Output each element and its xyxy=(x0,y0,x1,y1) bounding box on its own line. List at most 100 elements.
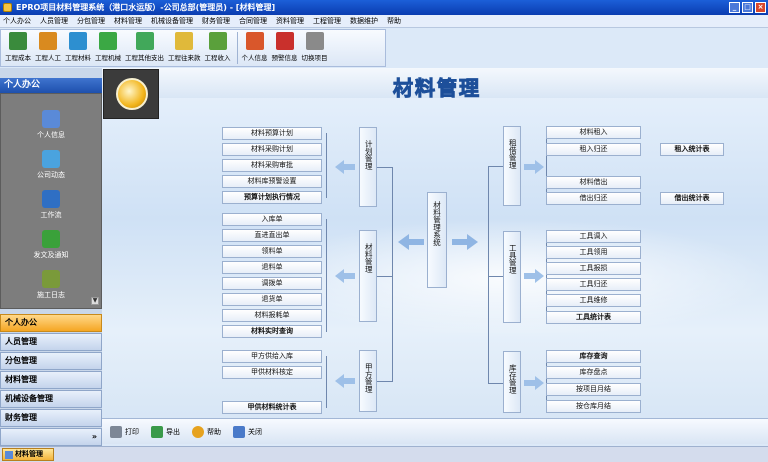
menu-staff[interactable]: 人员管理 xyxy=(40,16,68,26)
menu-material[interactable]: 材料管理 xyxy=(114,16,142,26)
close-icon xyxy=(233,425,245,438)
export-button[interactable]: 导出 xyxy=(151,425,180,438)
menu-data[interactable]: 数据维护 xyxy=(350,16,378,26)
title-bar: EPRO项目材料管理系统（港口水运版）-公司总部(管理员) - [材料管理] _… xyxy=(0,0,768,15)
lend-out-button[interactable]: 材料借出 xyxy=(546,176,641,189)
menu-project[interactable]: 工程管理 xyxy=(313,16,341,26)
home-icon xyxy=(305,32,324,50)
toolbar-accounts-button[interactable]: 工程往来款 xyxy=(168,32,201,62)
plan-budget-button[interactable]: 材料预算计划 xyxy=(222,127,322,140)
toolbar-personal-info-button[interactable]: 个人信息 xyxy=(242,32,268,62)
material-inbound-button[interactable]: 入库单 xyxy=(222,213,322,226)
panel-item-notice[interactable]: 发文及通知 xyxy=(1,230,101,260)
lease-in-button[interactable]: 材料租入 xyxy=(546,126,641,139)
stock-link xyxy=(488,383,503,384)
minimize-button[interactable]: _ xyxy=(729,2,740,13)
tool-stats-button[interactable]: 工具统计表 xyxy=(546,311,641,324)
tools-link xyxy=(488,276,503,277)
toolbar-labor-button[interactable]: 工程人工 xyxy=(35,32,61,62)
tool-damage-button[interactable]: 工具报损 xyxy=(546,262,641,275)
lease-in-return-button[interactable]: 租入归还 xyxy=(546,143,641,156)
tool-return-button[interactable]: 工具归还 xyxy=(546,278,641,291)
toolbar-separator xyxy=(236,32,238,64)
nav-more-button[interactable]: » xyxy=(0,428,102,446)
close-window-button[interactable]: × xyxy=(755,2,766,13)
status-bar: 材料管理 xyxy=(0,446,768,462)
material-requisition-button[interactable]: 领料单 xyxy=(222,245,322,258)
nav-material[interactable]: 材料管理 xyxy=(0,371,102,389)
party-a-link xyxy=(377,381,392,382)
close-button[interactable]: 关闭 xyxy=(233,425,262,438)
material-icon xyxy=(69,32,87,50)
toolbar-switch-project-button[interactable]: 切换项目 xyxy=(302,32,328,62)
menu-documents[interactable]: 资料管理 xyxy=(276,16,304,26)
toolbar-material-button[interactable]: 工程材料 xyxy=(65,32,91,62)
material-transfer-button[interactable]: 调拨单 xyxy=(222,277,322,290)
toolbar-alert-button[interactable]: 预警信息 xyxy=(272,32,298,62)
plan-execution-button[interactable]: 预算计划执行情况 xyxy=(222,191,322,204)
plan-purchase-button[interactable]: 材料采购计划 xyxy=(222,143,322,156)
panel-item-workflow[interactable]: 工作流 xyxy=(1,190,101,220)
logo-disc-icon xyxy=(116,78,148,110)
labor-icon xyxy=(39,32,57,50)
tool-repair-button[interactable]: 工具维修 xyxy=(546,294,641,307)
nav-staff[interactable]: 人员管理 xyxy=(0,333,102,351)
menu-finance[interactable]: 财务管理 xyxy=(202,16,230,26)
lease-in-stats-button[interactable]: 租入统计表 xyxy=(660,143,724,156)
panel-item-company-news[interactable]: 公司动态 xyxy=(1,150,101,180)
stock-count-button[interactable]: 库存盘点 xyxy=(546,366,641,379)
menu-contract[interactable]: 合同管理 xyxy=(239,16,267,26)
window-title: EPRO项目材料管理系统（港口水运版）-公司总部(管理员) - [材料管理] xyxy=(16,3,276,12)
party-a-stats-button[interactable]: 甲供材料统计表 xyxy=(222,401,322,414)
stock-project-month-button[interactable]: 按项目月结 xyxy=(546,383,641,396)
toolbar-cost-button[interactable]: 工程成本 xyxy=(5,32,31,62)
menu-machinery[interactable]: 机械设备管理 xyxy=(151,16,193,26)
panel-item-personal-info[interactable]: 个人信息 xyxy=(1,110,101,140)
material-refund-button[interactable]: 退货单 xyxy=(222,293,322,306)
material-query-button[interactable]: 材料实时查询 xyxy=(222,325,322,338)
tools-management-label: 工具管理 xyxy=(503,231,521,323)
main-content: 材料管理 材料预算计划 材料采购计划 材料采购审批 材料库预警设置 预算计划执行… xyxy=(102,68,768,444)
print-icon xyxy=(110,425,122,438)
accounts-icon xyxy=(175,32,194,50)
material-consumption-button[interactable]: 材料报耗单 xyxy=(222,309,322,322)
material-link xyxy=(377,276,392,277)
lend-out-return-button[interactable]: 借出归还 xyxy=(546,192,641,205)
lend-out-stats-button[interactable]: 借出统计表 xyxy=(660,192,724,205)
party-a-inbound-button[interactable]: 甲方供给入库 xyxy=(222,350,322,363)
tool-in-button[interactable]: 工具调入 xyxy=(546,230,641,243)
plan-link xyxy=(377,167,392,168)
toolbar-machinery-button[interactable]: 工程机械 xyxy=(95,32,121,62)
menu-subcontract[interactable]: 分包管理 xyxy=(77,16,105,26)
toolbar-other-expense-button[interactable]: 工程其他支出 xyxy=(125,32,164,62)
bottom-toolbar: 打印 导出 帮助 关闭 xyxy=(102,418,768,444)
module-logo xyxy=(103,69,159,119)
nav-finance[interactable]: 财务管理 xyxy=(0,409,102,427)
right-trunk-line xyxy=(488,166,489,384)
nav-machinery[interactable]: 机械设备管理 xyxy=(0,390,102,408)
task-tab[interactable]: 材料管理 xyxy=(2,448,54,461)
window-icon xyxy=(5,451,13,459)
arrow-right-stock-icon xyxy=(524,376,544,390)
maximize-button[interactable]: □ xyxy=(742,2,753,13)
plan-approval-button[interactable]: 材料采购审批 xyxy=(222,159,322,172)
stock-query-button[interactable]: 库存查询 xyxy=(546,350,641,363)
plan-management-label: 计划管理 xyxy=(359,127,377,207)
toolbar-income-button[interactable]: 工程收入 xyxy=(205,32,231,62)
scroll-down-button[interactable]: ▼ xyxy=(91,297,99,305)
plan-warning-button[interactable]: 材料库预警设置 xyxy=(222,175,322,188)
menu-help[interactable]: 帮助 xyxy=(387,16,401,26)
stock-warehouse-month-button[interactable]: 按仓库月结 xyxy=(546,400,641,413)
menu-personal[interactable]: 个人办公 xyxy=(3,16,31,26)
tool-use-button[interactable]: 工具领用 xyxy=(546,246,641,259)
panel-item-diary[interactable]: 施工日志 xyxy=(1,270,101,300)
nav-subcontract[interactable]: 分包管理 xyxy=(0,352,102,370)
print-button[interactable]: 打印 xyxy=(110,425,139,438)
help-icon xyxy=(192,425,204,438)
material-return-button[interactable]: 退料单 xyxy=(222,261,322,274)
party-a-verify-button[interactable]: 甲供材料核定 xyxy=(222,366,322,379)
material-direct-button[interactable]: 直进直出单 xyxy=(222,229,322,242)
nav-personal[interactable]: 个人办公 xyxy=(0,314,102,332)
help-button[interactable]: 帮助 xyxy=(192,425,221,438)
party-a-connector xyxy=(326,356,327,408)
